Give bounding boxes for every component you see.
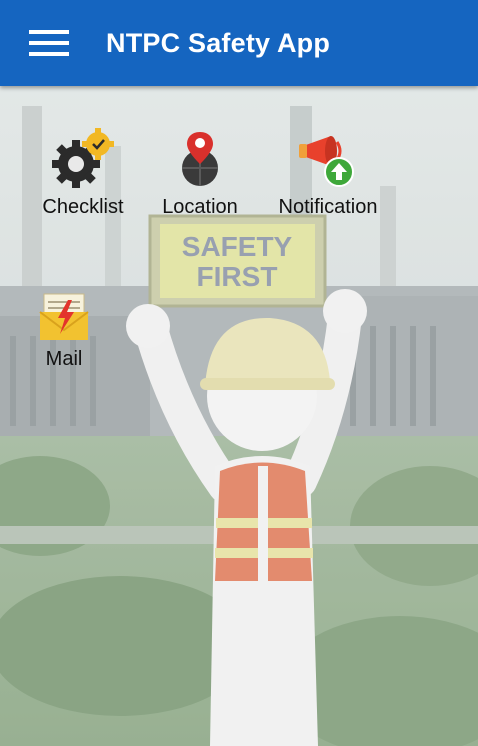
checklist-label: Checklist (42, 196, 124, 218)
checklist-tile[interactable]: Checklist (38, 128, 128, 219)
mail-envelope-icon (38, 290, 90, 342)
notification-label: Notification (278, 196, 378, 218)
mail-label: Mail (45, 348, 83, 370)
app-screen: SAFETY FIRST NTPC Safety App Checklist L… (0, 0, 478, 746)
hamburger-menu-icon[interactable] (29, 30, 69, 58)
map-pin-icon (169, 128, 231, 190)
mail-tile[interactable]: Mail (34, 290, 94, 371)
notification-tile[interactable]: Notification (268, 128, 388, 219)
location-label: Location (162, 196, 238, 218)
app-title: NTPC Safety App (106, 28, 331, 58)
megaphone-icon (297, 128, 359, 190)
location-tile[interactable]: Location (155, 128, 245, 219)
app-bar: NTPC Safety App (0, 0, 478, 86)
gear-checklist-icon (52, 128, 114, 190)
